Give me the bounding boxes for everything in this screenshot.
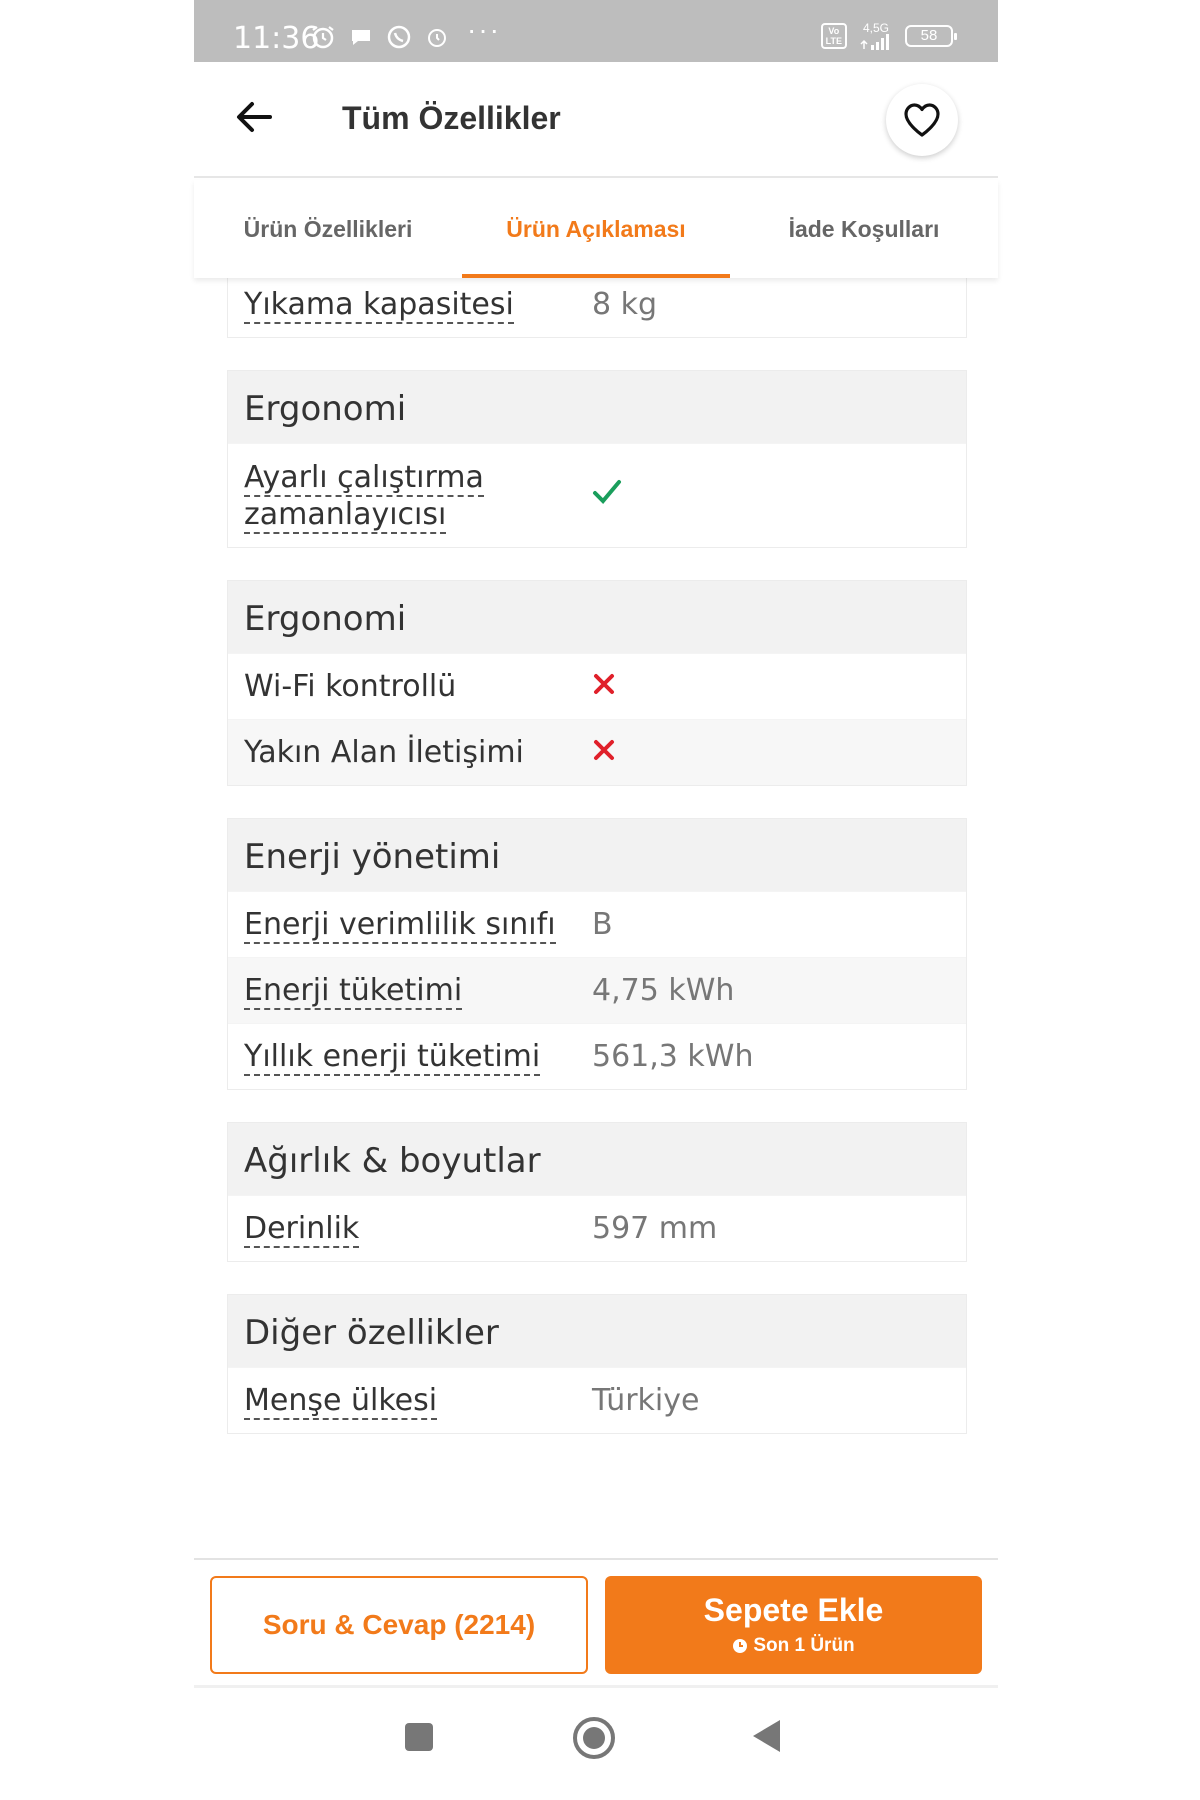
- tab-urun-aciklamasi[interactable]: Ürün Açıklaması: [462, 180, 730, 278]
- spec-group-title: Ergonomi: [228, 581, 966, 653]
- cross-icon: [594, 674, 614, 694]
- spec-row: Yıllık enerji tüketimi 561,3 kWh: [228, 1023, 966, 1089]
- more-notifications-icon: ···: [467, 14, 501, 45]
- signal-icon: 4,5G: [859, 22, 893, 50]
- tab-urun-ozellikleri[interactable]: Ürün Özellikleri: [194, 180, 462, 278]
- spec-group-title: Ergonomi: [228, 371, 966, 443]
- spec-group-ergonomi-2: Ergonomi Wi-Fi kontrollü Yakın Alan İlet…: [227, 580, 967, 786]
- alarm-clock-icon: [428, 29, 446, 47]
- square-icon: [405, 1723, 433, 1751]
- spec-row: Ayarlı çalıştırma zamanlayıcısı: [228, 443, 966, 547]
- clock-icon: [733, 1639, 748, 1653]
- spec-group-ergonomi: Ergonomi Ayarlı çalıştırma zamanlayıcısı: [227, 370, 967, 548]
- cross-icon: [594, 740, 614, 760]
- add-to-cart-button[interactable]: Sepete Ekle Son 1 Ürün: [605, 1576, 982, 1674]
- status-bar: 11:36 ··· Vo LTE 4,5G 58: [194, 0, 998, 62]
- spec-value: 8 kg: [592, 287, 658, 322]
- tab-iade-kosullari[interactable]: İade Koşulları: [730, 180, 998, 278]
- spec-value: 4,75 kWh: [592, 973, 735, 1008]
- qa-button[interactable]: Soru & Cevap (2214): [210, 1576, 588, 1674]
- specs-list: Yıkama kapasitesi 8 kg Ergonomi Ayarlı ç…: [227, 278, 967, 1548]
- spec-row: Yıkama kapasitesi 8 kg: [228, 278, 966, 337]
- arrow-left-icon: [237, 102, 272, 132]
- spec-value: 597 mm: [592, 1211, 718, 1246]
- spec-label[interactable]: Ayarlı çalıştırma zamanlayıcısı: [244, 459, 484, 534]
- status-system-icons: Vo LTE 4,5G 58: [820, 22, 957, 50]
- recents-button[interactable]: [404, 1722, 434, 1757]
- spec-group-title: Enerji yönetimi: [228, 819, 966, 891]
- back-button[interactable]: [230, 92, 280, 142]
- spec-value: B: [592, 907, 613, 942]
- spec-group-title: Ağırlık & boyutlar: [228, 1123, 966, 1195]
- stock-info: Son 1 Ürün: [605, 1635, 982, 1657]
- check-icon: [593, 480, 621, 504]
- spec-row: Derinlik 597 mm: [228, 1195, 966, 1261]
- spec-group-partial: Yıkama kapasitesi 8 kg: [227, 278, 967, 338]
- status-notification-icons: [310, 24, 450, 50]
- favorite-button[interactable]: [886, 84, 958, 156]
- spec-value: Türkiye: [592, 1383, 700, 1418]
- spec-row: Enerji tüketimi 4,75 kWh: [228, 957, 966, 1023]
- home-button[interactable]: [572, 1716, 616, 1765]
- heart-outline-icon: [904, 103, 940, 137]
- stock-text: Son 1 Ürün: [753, 1635, 855, 1656]
- status-time: 11:36: [233, 21, 320, 56]
- home-circle-icon: [573, 1717, 615, 1759]
- spec-label[interactable]: Menşe ülkesi: [244, 1383, 438, 1420]
- app-header: Tüm Özellikler: [194, 62, 998, 178]
- add-to-cart-label: Sepete Ekle: [703, 1592, 884, 1628]
- spec-row: Enerji verimlilik sınıfı B: [228, 891, 966, 957]
- spec-label[interactable]: Yıkama kapasitesi: [244, 287, 514, 324]
- spec-row: Wi-Fi kontrollü: [228, 653, 966, 719]
- app-screen: 11:36 ··· Vo LTE 4,5G 58 Tüm Özellikler Ü…: [194, 0, 998, 1800]
- chat-bubble-icon: [352, 30, 370, 45]
- network-type: 4,5G: [862, 21, 889, 35]
- spec-group-title: Diğer özellikler: [228, 1295, 966, 1367]
- spec-value: 561,3 kWh: [592, 1039, 754, 1074]
- spec-label: Wi-Fi kontrollü: [244, 669, 457, 704]
- spec-row: Yakın Alan İletişimi: [228, 719, 966, 785]
- spec-label[interactable]: Enerji tüketimi: [244, 973, 463, 1010]
- bottom-action-bar: Soru & Cevap (2214) Sepete Ekle Son 1 Ür…: [194, 1558, 998, 1688]
- spec-label: Yakın Alan İletişimi: [244, 735, 524, 770]
- spec-group-agirlik: Ağırlık & boyutlar Derinlik 597 mm: [227, 1122, 967, 1262]
- battery-icon: 58: [905, 25, 957, 47]
- back-nav-button[interactable]: [750, 1718, 782, 1759]
- page-title: Tüm Özellikler: [342, 100, 561, 136]
- spec-label[interactable]: Enerji verimlilik sınıfı: [244, 907, 556, 944]
- spec-label[interactable]: Derinlik: [244, 1211, 360, 1248]
- alarm-icon: [312, 26, 334, 49]
- volte-icon: Vo LTE: [820, 23, 847, 49]
- spec-label[interactable]: Yıllık enerji tüketimi: [244, 1039, 541, 1076]
- spec-group-diger: Diğer özellikler Menşe ülkesi Türkiye: [227, 1294, 967, 1434]
- triangle-back-icon: [753, 1720, 780, 1752]
- whatsapp-icon: [387, 25, 411, 49]
- tab-bar: Ürün Özellikleri Ürün Açıklaması İade Ko…: [194, 180, 998, 278]
- spec-group-enerji: Enerji yönetimi Enerji verimlilik sınıfı…: [227, 818, 967, 1090]
- system-nav-bar: [194, 1690, 998, 1800]
- spec-row: Menşe ülkesi Türkiye: [228, 1367, 966, 1433]
